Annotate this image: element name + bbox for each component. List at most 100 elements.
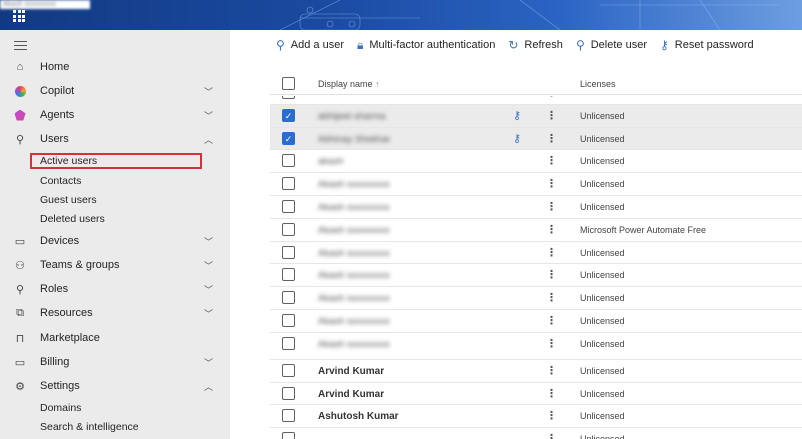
table-row[interactable]: ✓ Abhinay Shekhar ⚷ ⋮ Unlicensed: [270, 127, 802, 151]
user-display-name[interactable]: abhijeet sharma: [318, 111, 386, 122]
more-actions-icon[interactable]: ⋮: [546, 200, 557, 213]
add-user-button[interactable]: ⚲ Add a user: [276, 38, 344, 52]
table-row[interactable]: ⋮ Unlicensed: [270, 428, 802, 439]
table-row[interactable]: Akash sxxxxxxxx ⋮ Unlicensed: [270, 333, 802, 360]
user-display-name[interactable]: abc: [318, 96, 333, 99]
table-row[interactable]: Akash sxxxxxxxx ⋮ Unlicensed: [270, 242, 802, 265]
row-checkbox[interactable]: [282, 336, 295, 350]
row-checkbox[interactable]: [282, 386, 295, 400]
row-checkbox[interactable]: [282, 409, 295, 423]
more-actions-icon[interactable]: ⋮: [546, 364, 557, 377]
nav-search-intelligence[interactable]: Search & intelligence: [40, 421, 139, 433]
user-display-name[interactable]: akash: [318, 156, 343, 167]
key-icon[interactable]: ⚷: [513, 132, 521, 145]
license-status: Unlicensed: [580, 133, 625, 144]
user-display-name[interactable]: Arvind Kumar: [318, 366, 384, 377]
more-actions-icon[interactable]: ⋮: [546, 268, 557, 281]
nav-deleted-users[interactable]: Deleted users: [40, 213, 105, 225]
column-licenses[interactable]: Licenses: [580, 79, 616, 89]
table-row[interactable]: Akash sxxxxxxxx ⋮ Microsoft Power Automate…: [270, 219, 802, 242]
hamburger-menu-icon[interactable]: [14, 41, 27, 53]
row-checkbox[interactable]: [282, 154, 295, 168]
row-checkbox[interactable]: [282, 222, 295, 236]
home-icon: ⌂: [16, 61, 24, 73]
nav-copilot[interactable]: Copilot ﹀: [0, 80, 230, 102]
user-display-name[interactable]: Akash sxxxxxxxx: [318, 293, 390, 304]
nav-devices[interactable]: ▭ Devices ﹀: [0, 230, 230, 252]
nav-marketplace[interactable]: ⊓ Marketplace: [0, 327, 230, 349]
table-row[interactable]: Akash sxxxxxxxx ⋮ Unlicensed: [270, 173, 802, 196]
gear-icon: ⚙: [15, 380, 25, 393]
nav-users[interactable]: ⚲ Users ︿: [0, 128, 230, 150]
more-actions-icon[interactable]: ⋮: [546, 432, 557, 439]
row-checkbox[interactable]: [282, 245, 295, 259]
nav-resources[interactable]: ⧉ Resources ﹀: [0, 302, 230, 324]
row-checkbox[interactable]: [282, 313, 295, 327]
more-actions-icon[interactable]: ⋮: [546, 409, 557, 422]
lock-icon: 🔒︎: [357, 37, 364, 52]
more-actions-icon[interactable]: ⋮: [546, 177, 557, 190]
nav-contacts[interactable]: Contacts: [40, 175, 81, 187]
nav-settings[interactable]: ⚙ Settings ︿: [0, 375, 230, 397]
more-actions-icon[interactable]: ⋮: [546, 314, 557, 327]
more-actions-icon[interactable]: ⋮: [546, 337, 557, 350]
table-row[interactable]: Arvind Kumar ⋮ Unlicensed: [270, 383, 802, 406]
reset-password-button[interactable]: ⚷ Reset password: [660, 38, 754, 52]
table-row[interactable]: Akash sxxxxxxxx ⋮ Unlicensed: [270, 196, 802, 219]
nav-teams-groups[interactable]: ⚇ Teams & groups ﹀: [0, 254, 230, 276]
user-display-name[interactable]: Akash sxxxxxxxx: [318, 202, 390, 213]
row-checkbox[interactable]: [282, 432, 295, 439]
user-display-name[interactable]: Akash sxxxxxxxx: [318, 339, 390, 350]
license-status: Unlicensed: [580, 110, 625, 121]
nav-home[interactable]: ⌂ Home: [0, 56, 230, 78]
table-row[interactable]: Ashutosh Kumar ⋮ Unlicensed: [270, 405, 802, 429]
more-actions-icon[interactable]: ⋮: [546, 246, 557, 259]
app-launcher-icon[interactable]: [13, 10, 25, 22]
nav-domains[interactable]: Domains: [40, 402, 81, 414]
row-checkbox[interactable]: [282, 177, 295, 191]
key-icon[interactable]: ⚷: [513, 109, 521, 122]
more-actions-icon[interactable]: ⋮: [546, 96, 557, 99]
row-checkbox[interactable]: [282, 363, 295, 377]
table-row[interactable]: akash ⋮ Unlicensed: [270, 150, 802, 174]
mfa-button[interactable]: 🔒︎ Multi-factor authentication: [357, 38, 495, 53]
more-actions-icon[interactable]: ⋮: [546, 387, 557, 400]
user-display-name[interactable]: Akash sxxxxxxxx: [318, 248, 390, 259]
row-checkbox[interactable]: [282, 96, 295, 99]
nav-roles[interactable]: ⚲ Roles ﹀: [0, 278, 230, 300]
more-actions-icon[interactable]: ⋮: [546, 132, 557, 145]
row-checkbox[interactable]: [282, 291, 295, 305]
table-row[interactable]: abc ⋮: [270, 96, 802, 105]
table-row[interactable]: Akash sxxxxxxxx ⋮ Unlicensed: [270, 310, 802, 333]
table-row[interactable]: ✓ abhijeet sharma ⚷ ⋮ Unlicensed: [270, 104, 802, 128]
user-display-name[interactable]: Arvind Kumar: [318, 389, 384, 400]
user-display-name[interactable]: Akash sxxxxxxxx: [318, 270, 390, 281]
nav-agents[interactable]: Agents ﹀: [0, 104, 230, 126]
nav-guest-users[interactable]: Guest users: [40, 194, 97, 206]
user-display-name[interactable]: Akash sxxxxxxxx: [318, 179, 390, 190]
select-all-checkbox[interactable]: [282, 77, 295, 90]
more-actions-icon[interactable]: ⋮: [546, 109, 557, 122]
column-display-name[interactable]: Display name ↑: [318, 79, 380, 89]
table-row[interactable]: Arvind Kumar ⋮ Unlicensed: [270, 360, 802, 383]
user-display-name[interactable]: Abhinay Shekhar: [318, 134, 390, 145]
user-display-name[interactable]: Akash sxxxxxxxx: [318, 316, 390, 327]
delete-user-button[interactable]: ⚲ Delete user: [576, 38, 647, 52]
more-actions-icon[interactable]: ⋮: [546, 223, 557, 236]
table-row[interactable]: Akash sxxxxxxxx ⋮ Unlicensed: [270, 287, 802, 310]
user-display-name[interactable]: Ashutosh Kumar: [318, 411, 399, 422]
nav-billing[interactable]: ▭ Billing ﹀: [0, 351, 230, 373]
row-checkbox[interactable]: ✓: [282, 131, 295, 145]
license-status: Unlicensed: [580, 156, 625, 167]
agents-icon: [13, 108, 27, 122]
row-checkbox[interactable]: [282, 268, 295, 282]
devices-icon: ▭: [14, 235, 26, 248]
more-actions-icon[interactable]: ⋮: [546, 154, 557, 167]
refresh-button[interactable]: ↻ Refresh: [508, 38, 563, 52]
license-status: Unlicensed: [580, 365, 625, 376]
row-checkbox[interactable]: ✓: [282, 108, 295, 122]
row-checkbox[interactable]: [282, 199, 295, 213]
user-display-name[interactable]: Akash sxxxxxxxx: [318, 225, 390, 236]
more-actions-icon[interactable]: ⋮: [546, 291, 557, 304]
table-row[interactable]: Akash sxxxxxxxx ⋮ Unlicensed: [270, 264, 802, 288]
